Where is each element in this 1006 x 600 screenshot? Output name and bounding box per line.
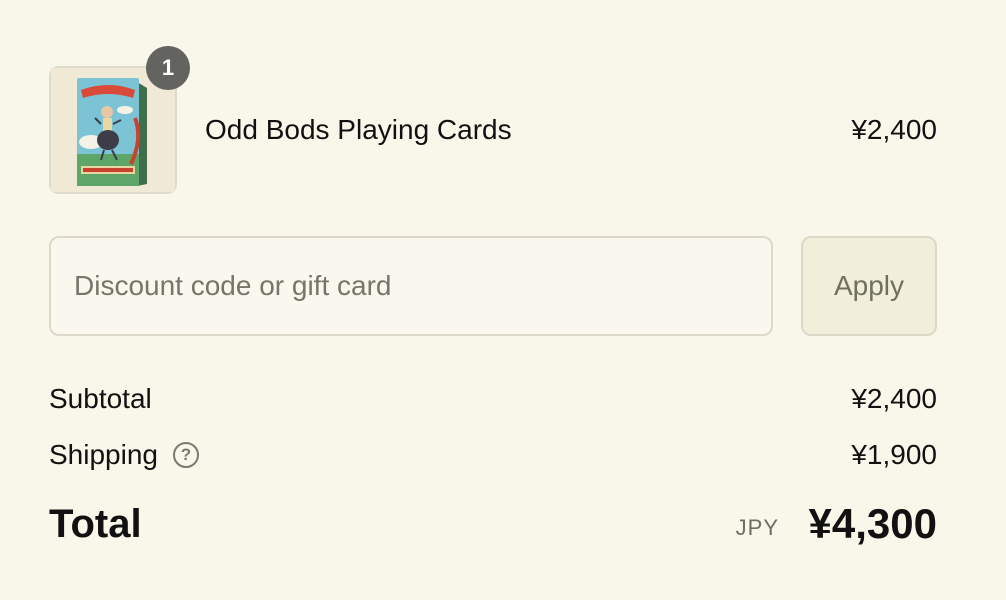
discount-code-input[interactable] [49,236,773,336]
product-thumbnail: 1 [49,46,190,194]
subtotal-row: Subtotal ¥2,400 [49,379,937,419]
order-summary: 1 Odd Bods Playing Cards ¥2,400 Apply Su… [0,0,1006,600]
total-label: Total [49,502,142,546]
line-item: 1 Odd Bods Playing Cards ¥2,400 [49,46,937,194]
total-amount: ¥4,300 [808,500,937,547]
shipping-label: Shipping [49,439,158,470]
quantity-badge: 1 [146,46,190,90]
apply-button[interactable]: Apply [801,236,937,336]
product-price: ¥2,400 [851,114,937,145]
currency-code: JPY [735,515,779,540]
total-row: Total JPY ¥4,300 [49,496,937,552]
shipping-row: Shipping ? ¥1,900 [49,435,937,475]
subtotal-value: ¥2,400 [851,383,937,414]
shipping-value: ¥1,900 [851,439,937,470]
product-name: Odd Bods Playing Cards [205,114,512,145]
subtotal-label: Subtotal [49,383,152,414]
question-circle-icon[interactable]: ? [173,442,199,468]
